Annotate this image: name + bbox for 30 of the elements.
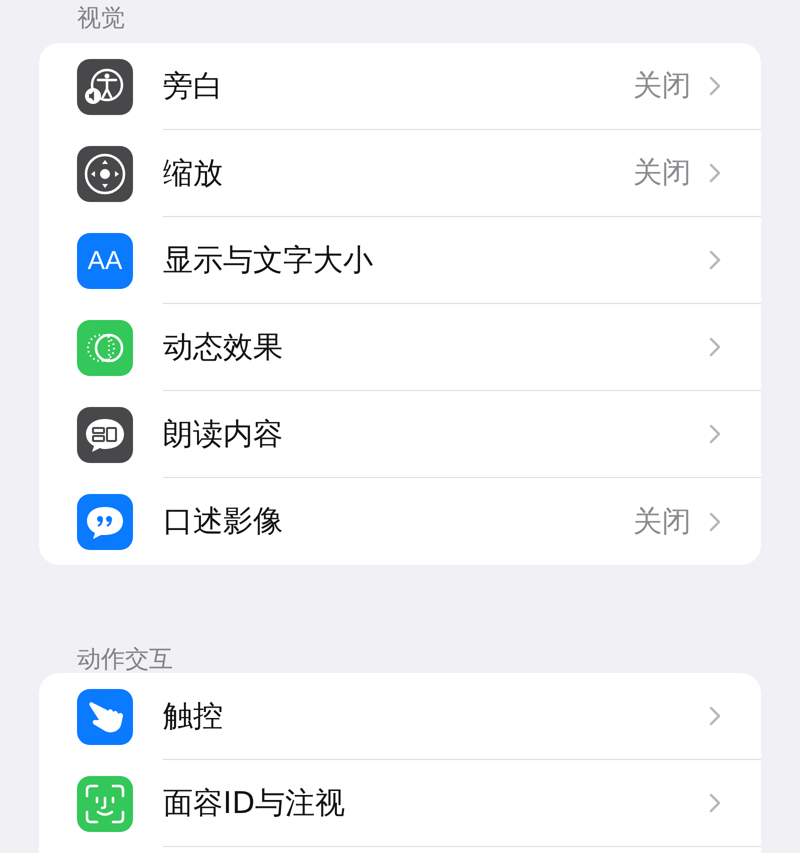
chevron-icon <box>709 793 721 813</box>
settings-row[interactable]: 触控 <box>39 673 761 760</box>
settings-row[interactable]: 旁白 关闭 <box>39 43 761 130</box>
settings-row[interactable]: 缩放 关闭 <box>39 130 761 217</box>
setting-value: 关闭 <box>633 502 691 540</box>
setting-label: 口述影像 <box>163 503 284 541</box>
settings-row[interactable]: 口述影像 关闭 <box>39 478 761 565</box>
settings-row[interactable]: 动态效果 <box>39 304 761 391</box>
chevron-icon <box>709 250 721 270</box>
section-header: 动作交互 <box>76 644 174 673</box>
setting-label: 缩放 <box>163 154 224 192</box>
setting-value: 关闭 <box>633 67 691 104</box>
setting-label: 朗读内容 <box>163 416 284 454</box>
settings-row[interactable]: 面容ID与注视 <box>39 760 761 847</box>
setting-label: 显示与文字大小 <box>163 242 374 280</box>
chevron-icon <box>709 706 721 726</box>
setting-label: 触控 <box>163 698 224 736</box>
setting-label: 面容ID与注视 <box>163 784 346 822</box>
chevron-icon <box>709 337 721 357</box>
setting-value: 关闭 <box>633 154 691 191</box>
settings-row[interactable]: 朗读内容 <box>39 391 761 478</box>
chevron-icon <box>709 163 721 183</box>
settings-row[interactable]: AA 显示与文字大小 <box>39 217 761 304</box>
setting-label: 动态效果 <box>163 328 284 366</box>
chevron-icon <box>709 76 721 96</box>
setting-label: 旁白 <box>163 68 224 106</box>
section-header: 视觉 <box>76 3 126 34</box>
chevron-icon <box>709 424 721 444</box>
chevron-icon <box>709 512 721 532</box>
setting-icon: AA <box>77 232 133 288</box>
